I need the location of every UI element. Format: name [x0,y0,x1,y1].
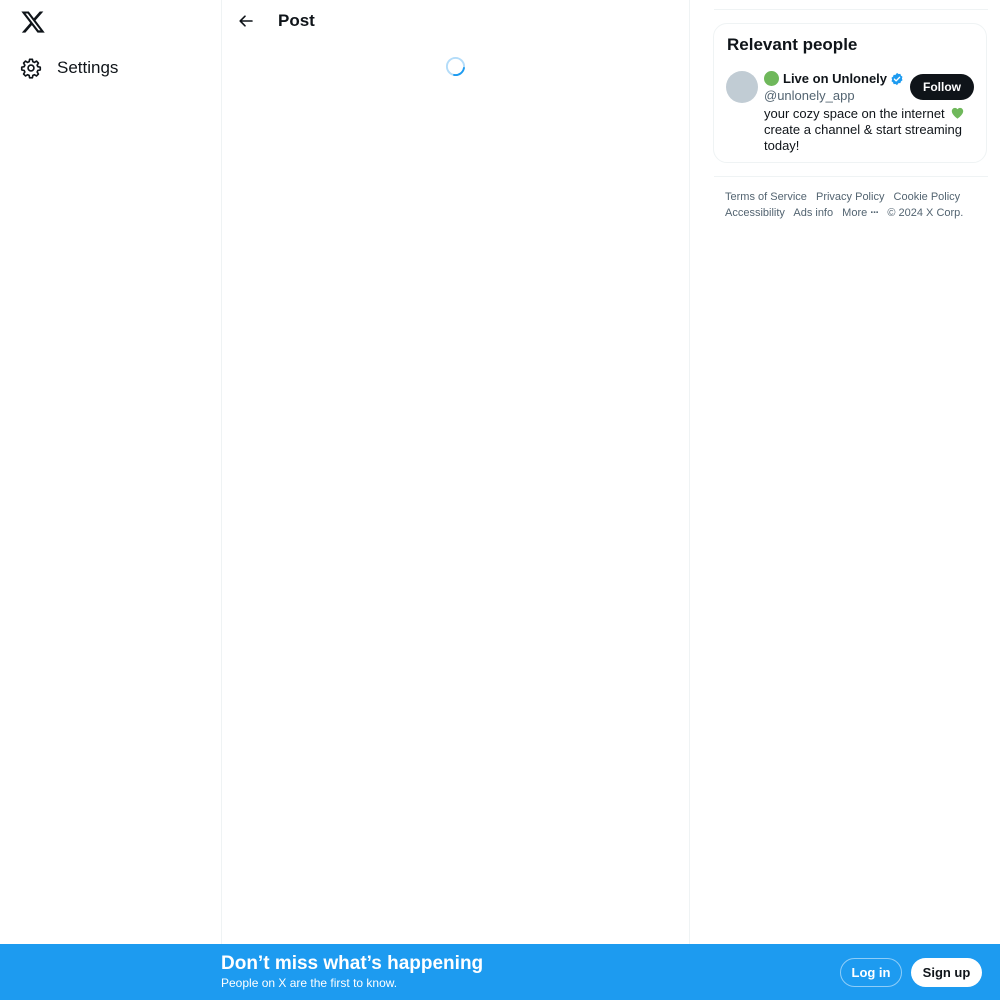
bottom-bar-subtitle: People on X are the first to know. [221,976,398,990]
bio-line-2: create a channel & start streaming today… [764,122,962,153]
gear-icon [20,58,42,79]
green-heart-icon [952,107,964,119]
person-name-text: Live on Unlonely [783,71,888,86]
green-circle-icon [764,71,779,86]
bottom-bar-title: Don’t miss what’s happening [221,953,484,974]
person-handle[interactable]: @unlonely_app [764,88,855,103]
spinner-icon [445,56,466,77]
signup-button[interactable]: Sign up [911,958,982,987]
nav-item-settings[interactable]: Settings [20,54,118,82]
person-bio: your cozy space on the internet create a… [764,106,974,154]
main-column: Post [222,0,690,944]
terms-link[interactable]: Terms of Service [725,191,807,203]
cookie-link[interactable]: Cookie Policy [894,191,961,203]
footer-links: Terms of Service Privacy Policy Cookie P… [725,189,985,221]
bio-line-1: your cozy space on the internet [764,106,945,121]
verified-badge-icon [891,72,903,85]
more-link[interactable]: More ··· [842,207,879,219]
copyright: © 2024 X Corp. [887,207,964,219]
privacy-link[interactable]: Privacy Policy [816,191,884,203]
back-button[interactable] [232,7,260,35]
nav-item-settings-label: Settings [57,58,119,77]
person-name[interactable]: Live on Unlonely [764,71,904,86]
follow-button[interactable]: Follow [910,74,974,100]
divider [714,176,988,177]
login-prompt-bar: Don’t miss what’s happening People on X … [0,944,1000,1000]
arrow-left-icon [239,15,253,27]
ellipsis-icon: ··· [870,207,879,219]
x-logo-icon[interactable] [20,9,46,35]
ads-info-link[interactable]: Ads info [793,207,833,219]
relevant-people-card: Relevant people Live on Unlonely @unlone… [713,23,987,163]
right-sidebar: Relevant people Live on Unlonely @unlone… [690,0,1000,944]
avatar[interactable] [726,71,758,103]
accessibility-link[interactable]: Accessibility [725,207,785,219]
relevant-people-title: Relevant people [727,35,858,54]
divider [714,9,988,10]
more-link-label: More [842,207,868,219]
login-button[interactable]: Log in [840,958,902,987]
left-navigation: Settings [0,0,222,944]
page-title: Post [278,11,315,30]
